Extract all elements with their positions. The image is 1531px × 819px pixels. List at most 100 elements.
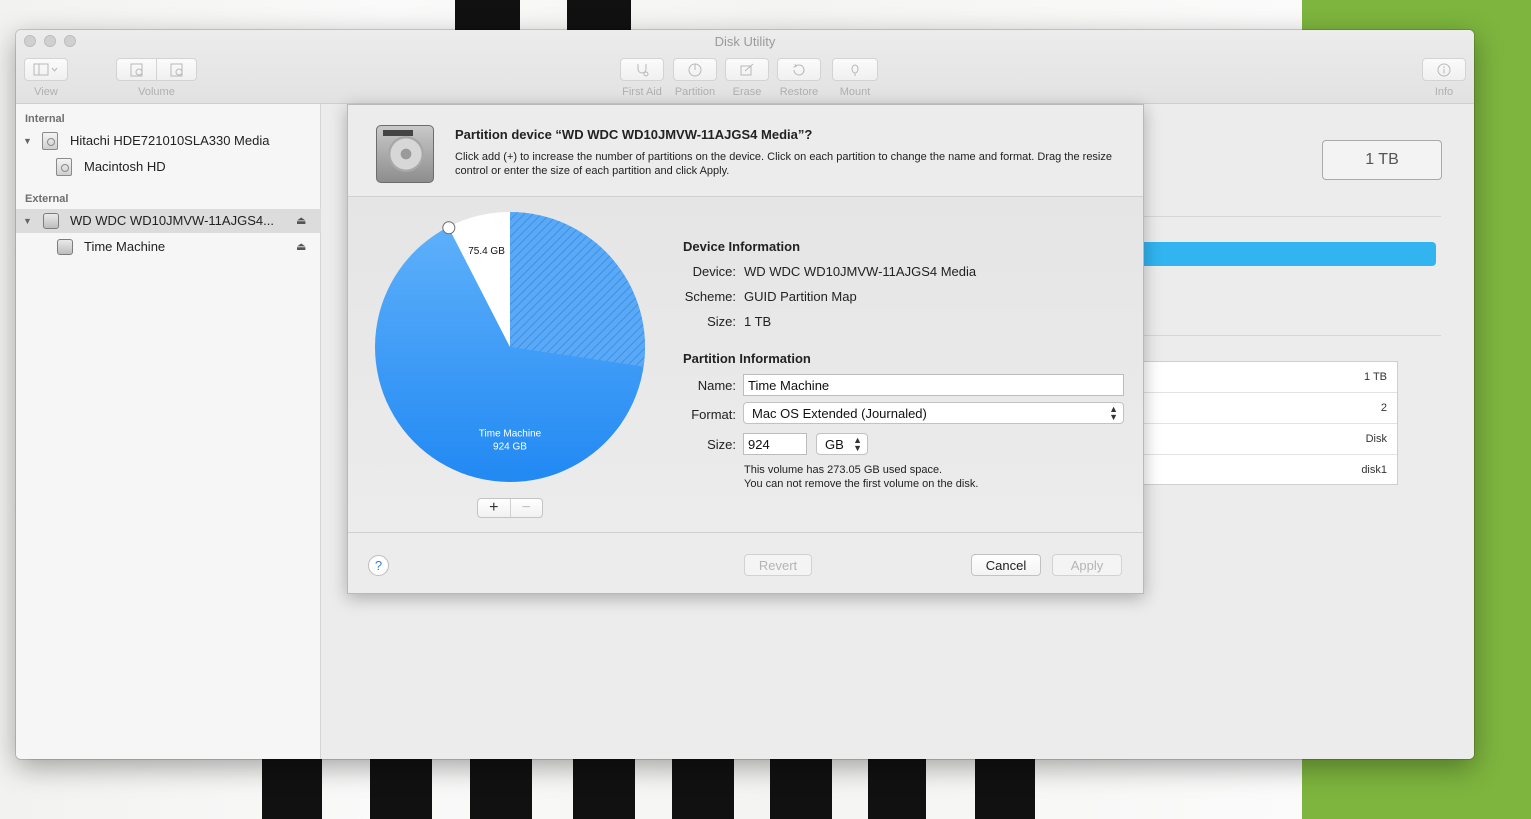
disclosure-triangle-icon[interactable]: ▼ [23, 136, 32, 146]
pie-slice-size-label: 75.4 GB [468, 246, 505, 257]
erase-label: Erase [732, 86, 762, 98]
sidebar-item-hitachi[interactable]: ▼ Hitachi HDE721010SLA330 Media [16, 129, 321, 153]
format-popup[interactable]: Mac OS Extended (Journaled) ▲ ▼ [743, 402, 1124, 424]
desktop-stripe [770, 759, 832, 819]
scheme-label: Scheme: [684, 289, 736, 304]
sidebar-item-time-machine[interactable]: Time Machine ⏏ [16, 235, 321, 259]
format-popup-value: Mac OS Extended (Journaled) [752, 405, 927, 421]
revert-button[interactable]: Revert [744, 554, 812, 576]
divider [1143, 335, 1441, 336]
info-button[interactable] [1422, 58, 1466, 81]
volume-disk-icon [56, 158, 72, 176]
mount-button[interactable] [832, 58, 878, 81]
divider [1144, 392, 1397, 393]
sidebar-section-internal: Internal [25, 113, 65, 125]
add-partition-button[interactable]: + [478, 499, 511, 517]
apply-button[interactable]: Apply [1052, 554, 1122, 576]
hard-drive-icon [376, 125, 434, 183]
partition-pie-chart[interactable]: Time Machine 924 GB 75.4 GB [374, 211, 646, 483]
desktop-stripe [262, 759, 322, 819]
format-label: Format: [691, 407, 736, 422]
help-button[interactable]: ? [368, 555, 389, 576]
erase-icon [740, 63, 754, 75]
pie-slice-size-label: 924 GB [493, 441, 527, 452]
sidebar-item-wd-drive[interactable]: ▼ WD WDC WD10JMVW-11AJGS4... ⏏ [16, 209, 321, 233]
remove-volume-note: You can not remove the first volume on t… [744, 478, 979, 490]
up-down-arrows-icon: ▲ ▼ [1109, 404, 1118, 422]
info-cell-type: Disk [1365, 433, 1387, 445]
eject-icon[interactable]: ⏏ [296, 214, 306, 227]
divider [1144, 423, 1397, 424]
info-cell-capacity: 1 TB [1363, 371, 1387, 383]
restore-icon [793, 63, 805, 75]
sheet-header: Partition device “WD WDC WD10JMVW-11AJGS… [348, 105, 1143, 197]
partition-name-field[interactable] [743, 374, 1124, 396]
partition-label: Partition [674, 86, 716, 98]
first-aid-label: First Aid [622, 86, 662, 98]
sidebar-item-macintosh-hd[interactable]: Macintosh HD [16, 155, 321, 179]
desktop-stripe [370, 759, 432, 819]
title-bar: Disk Utility View Volume First Aid Parti… [16, 30, 1474, 104]
external-disk-icon [43, 213, 59, 229]
partition-size-label: Size: [707, 437, 736, 452]
stethoscope-icon [637, 63, 649, 76]
sidebar-toggle-icon [33, 63, 58, 75]
sheet-footer: ? Revert Cancel Apply [348, 534, 1143, 595]
partition-sheet: Partition device “WD WDC WD10JMVW-11AJGS… [347, 104, 1144, 594]
device-information-heading: Device Information [683, 239, 801, 254]
hard-drive-label [383, 130, 413, 136]
erase-button[interactable] [725, 58, 769, 81]
desktop-stripe [975, 759, 1035, 819]
sidebar-item-label: Hitachi HDE721010SLA330 Media [70, 133, 270, 148]
pie-used-space-overlay [510, 212, 645, 367]
device-size-value: 1 TB [744, 314, 772, 329]
info-cell-device: disk1 [1361, 464, 1387, 476]
capacity-box: 1 TB [1322, 140, 1442, 180]
resize-handle[interactable] [442, 221, 456, 235]
device-value: WD WDC WD10JMVW-11AJGS4 Media [744, 264, 977, 279]
divider [1143, 216, 1441, 217]
info-icon [1437, 63, 1451, 76]
internal-disk-icon [42, 132, 58, 150]
sidebar: Internal ▼ Hitachi HDE721010SLA330 Media… [16, 104, 321, 759]
partition-button[interactable] [673, 58, 717, 81]
remove-volume-button[interactable] [156, 58, 197, 81]
window-title: Disk Utility [714, 34, 776, 49]
add-remove-partition-control: + − [477, 498, 543, 518]
info-cell-partition-count: 2 [1380, 402, 1387, 414]
usage-bar [1143, 242, 1436, 266]
pie-slice-name-label: Time Machine [479, 428, 542, 439]
remove-partition-button[interactable]: − [511, 499, 543, 517]
view-button[interactable] [24, 58, 68, 81]
info-label: Info [1434, 86, 1454, 98]
hard-drive-platter [388, 136, 424, 172]
first-aid-button[interactable] [620, 58, 664, 81]
partition-size-field[interactable] [743, 433, 807, 455]
size-unit-popup[interactable]: GB ▲ ▼ [816, 433, 868, 455]
restore-button[interactable] [777, 58, 821, 81]
sidebar-item-label: Time Machine [84, 239, 166, 254]
remove-volume-icon [170, 63, 182, 76]
partition-information-heading: Partition Information [683, 351, 811, 366]
desktop-stripe [672, 759, 734, 819]
divider [1144, 454, 1397, 455]
partition-icon [688, 63, 702, 76]
name-label: Name: [697, 378, 736, 393]
scheme-value: GUID Partition Map [744, 289, 857, 304]
used-space-note: This volume has 273.05 GB used space. [744, 464, 943, 476]
sidebar-section-external: External [25, 193, 69, 205]
mount-icon [851, 64, 859, 76]
add-volume-button[interactable] [116, 58, 157, 81]
disclosure-triangle-icon[interactable]: ▼ [23, 216, 32, 226]
sheet-title: Partition device “WD WDC WD10JMVW-11AJGS… [455, 127, 813, 142]
device-label: Device: [692, 264, 736, 279]
eject-icon[interactable]: ⏏ [296, 240, 306, 253]
sidebar-item-label: Macintosh HD [84, 159, 166, 174]
device-size-label: Size: [707, 314, 736, 329]
cancel-button[interactable]: Cancel [971, 554, 1041, 576]
sidebar-item-label: WD WDC WD10JMVW-11AJGS4... [70, 213, 274, 228]
desktop-stripe [567, 0, 631, 30]
add-volume-icon [130, 63, 142, 76]
desktop-stripe [455, 0, 520, 30]
volume-label: Volume [138, 86, 175, 98]
